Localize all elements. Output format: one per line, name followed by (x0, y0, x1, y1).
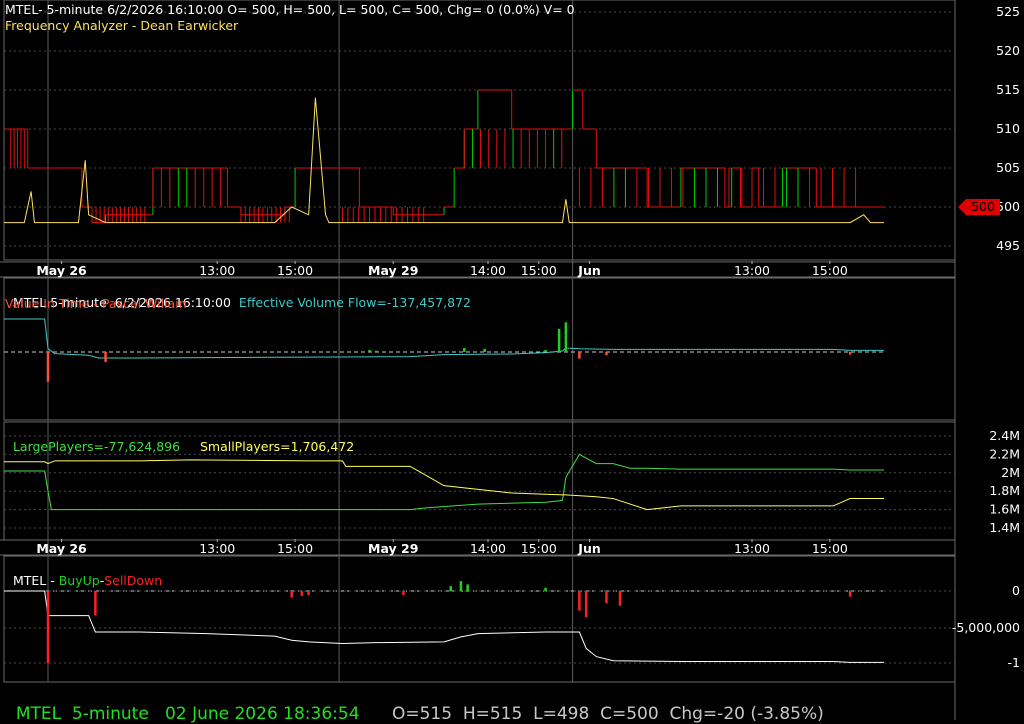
evf-line (4, 318, 884, 359)
players-axis-label: 1.6M (989, 502, 1020, 517)
evf-value-label: Effective Volume Flow=-137,457,872 (238, 295, 471, 310)
price-panel-header: MTEL- 5-minute 6/2/2026 16:10:00 O= 500,… (5, 2, 575, 17)
price-axis-label: 510 (996, 121, 1020, 136)
x-axis-label: 15:00 (812, 541, 848, 556)
buyup-axis-label: -1 (1008, 655, 1020, 670)
buyup-selldown-line (4, 590, 884, 663)
players-axis-label: 2.2M (989, 446, 1020, 461)
status-change: Chg=-20 (-3.85%) (669, 704, 824, 724)
status-close: C=500 (600, 704, 659, 724)
buyup-symbol-label: MTEL - (12, 573, 59, 588)
players-axis-label: 2.4M (989, 428, 1020, 443)
price-axis-label: 515 (996, 82, 1020, 97)
frequency-analyzer-label: Frequency Analyzer - Dean Earwicker (5, 18, 239, 33)
chart-area: May 26 13:00 15:00 May 29 14:00 15:00 Jun 13:00… (0, 0, 1020, 720)
x-axis-label: 15:00 (277, 541, 313, 556)
buyup-selldown-header: MTEL - BuyUp-SellDown (5, 558, 162, 588)
value-in-time-label: Value In Time - Pascal Willain (5, 296, 187, 311)
price-axis-label: 520 (996, 43, 1020, 58)
price-axis-label: 525 (996, 4, 1020, 19)
players-axis-label: 2M (1001, 465, 1020, 480)
buyup-label: BuyUp (58, 573, 100, 588)
x-axis-label: 14:00 (470, 541, 506, 556)
small-players-line (4, 459, 884, 511)
status-bar: MTEL 5-minute 02 June 2026 18:36:54 O=51… (5, 684, 824, 724)
last-price-marker-text: 500 (971, 199, 995, 214)
price-axis-label: 505 (996, 160, 1020, 175)
status-symbol: MTEL (15, 704, 62, 724)
x-axis-label: 13:00 (734, 263, 770, 278)
x-axis-label: Jun (577, 263, 600, 278)
x-axis-label: 15:00 (521, 263, 557, 278)
players-axis-label: 1.8M (989, 483, 1020, 498)
buyup-axis-label: 0 (1012, 583, 1020, 598)
x-axis-label: May 26 (36, 541, 87, 556)
status-datetime: 02 June 2026 18:36:54 (165, 704, 360, 724)
status-open: O=515 (391, 704, 453, 724)
x-axis-label: May 29 (368, 263, 418, 278)
small-players-label: SmallPlayers=1,706,472 (199, 439, 355, 454)
buyup-axis-label: -5,000,000 (952, 620, 1020, 635)
x-axis-label: May 29 (368, 541, 418, 556)
price-series (4, 89, 884, 224)
x-axis-label: 15:00 (812, 263, 848, 278)
x-axis-label: 15:00 (277, 263, 313, 278)
price-axis-label: 495 (996, 238, 1020, 253)
x-axis-label: Jun (577, 541, 600, 556)
x-axis-label: 14:00 (470, 263, 506, 278)
x-axis-label: May 26 (36, 263, 87, 278)
panel-frame (3, 0, 956, 261)
status-high: H=515 (462, 704, 523, 724)
large-players-label: LargePlayers=-77,624,896 (12, 439, 181, 454)
players-axis-label: 1.4M (989, 520, 1020, 535)
players-panel-header: LargePlayers=-77,624,896 SmallPlayers=1,… (5, 424, 354, 454)
x-axis-label: 13:00 (734, 541, 770, 556)
x-axis-label: 15:00 (521, 541, 557, 556)
x-axis-label: 13:00 (199, 541, 235, 556)
selldown-label: SellDown (104, 573, 163, 588)
status-low: L=498 (533, 704, 590, 724)
status-interval: 5-minute (71, 704, 149, 724)
x-axis-label: 13:00 (199, 263, 235, 278)
large-players-line (4, 453, 884, 511)
